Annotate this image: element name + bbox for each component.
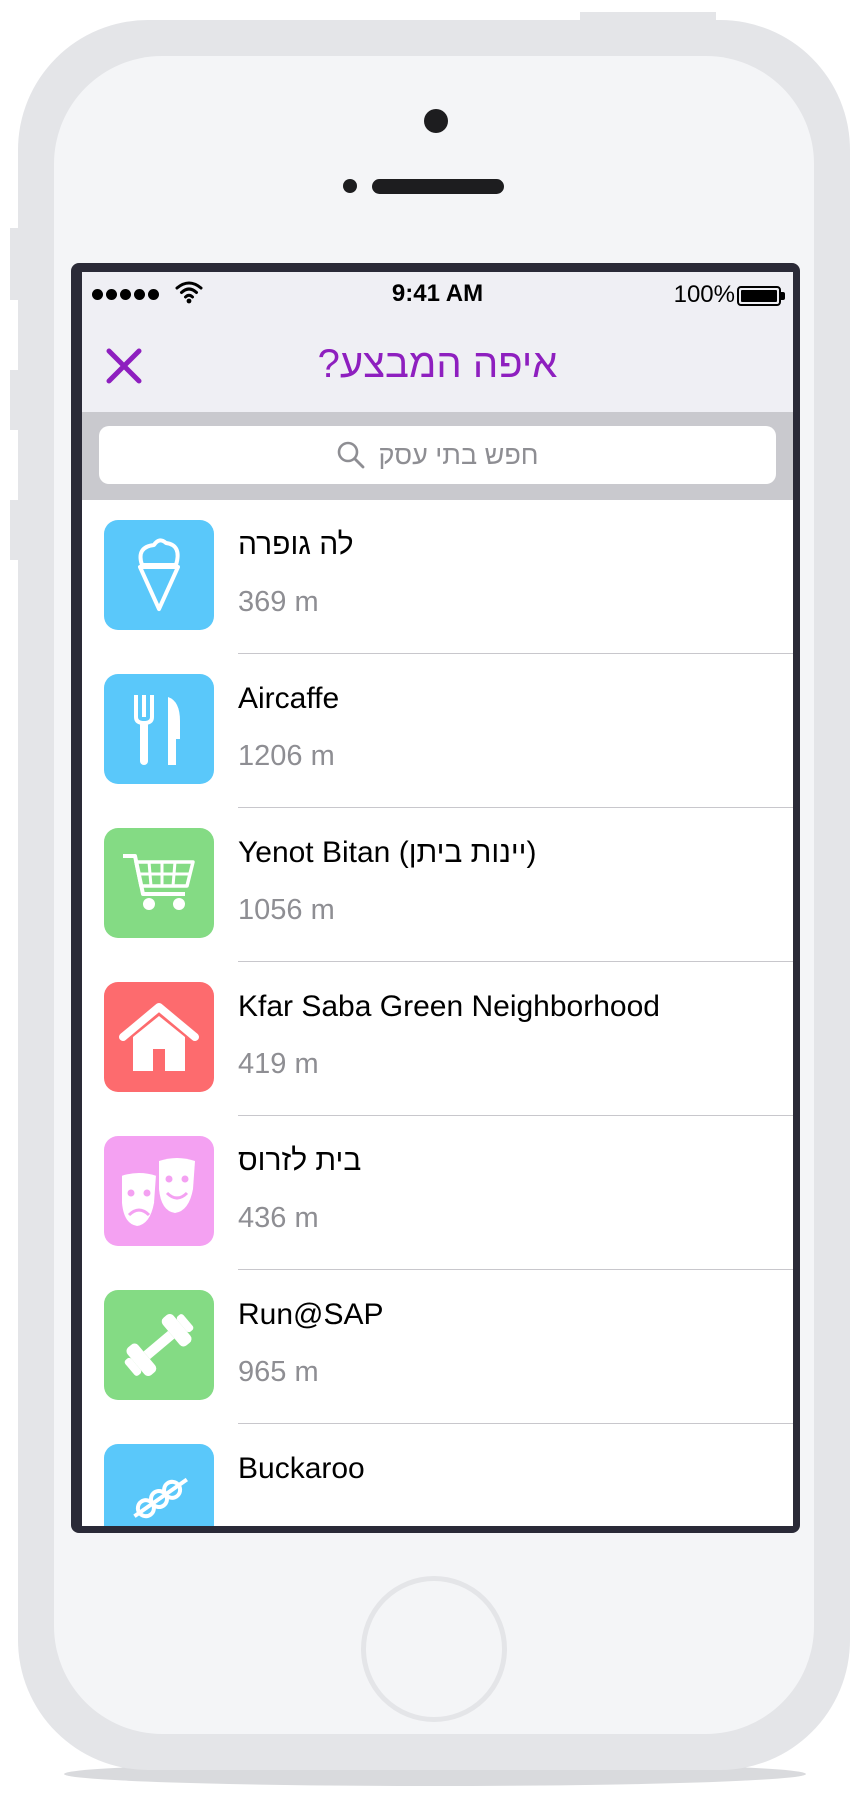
search-placeholder: חפש בתי עסק xyxy=(378,439,539,470)
mute-switch xyxy=(10,228,20,300)
business-name: Buckaroo xyxy=(238,1452,365,1485)
business-name: Kfar Saba Green Neighborhood xyxy=(238,990,660,1023)
fork-knife-icon xyxy=(104,674,214,784)
app-screen: 9:41 AM 100% איפה המבצע? חפש בתי עסק לה … xyxy=(82,272,793,1526)
ice-cream-icon xyxy=(104,520,214,630)
business-distance: 436 m xyxy=(238,1202,319,1234)
search-icon xyxy=(338,441,365,469)
home-button xyxy=(361,1576,507,1722)
business-name: Run@SAP xyxy=(238,1298,384,1331)
business-name: בית לזרוס xyxy=(238,1144,362,1177)
page-title: איפה המבצע? xyxy=(317,342,558,386)
list-item[interactable]: בית לזרוס 436 m xyxy=(82,1116,793,1270)
business-distance: 1056 m xyxy=(238,894,335,926)
theater-masks-icon xyxy=(104,1136,214,1246)
volume-up-button xyxy=(10,370,20,430)
list-item[interactable]: Aircaffe 1206 m xyxy=(82,654,793,808)
list-item[interactable]: Run@SAP 965 m xyxy=(82,1270,793,1424)
business-name: Yenot Bitan (יינות ביתן) xyxy=(238,836,537,869)
proximity-sensor xyxy=(343,179,357,193)
business-distance: 1206 m xyxy=(238,740,335,772)
house-icon xyxy=(104,982,214,1092)
battery-icon xyxy=(737,286,781,306)
front-camera xyxy=(424,109,448,133)
list-item[interactable]: Yenot Bitan (יינות ביתן) 1056 m xyxy=(82,808,793,962)
battery-percentage: 100% xyxy=(673,281,735,308)
business-name: לה גופרה xyxy=(238,528,354,561)
list-item[interactable]: Kfar Saba Green Neighborhood 419 m xyxy=(82,962,793,1116)
battery-tip xyxy=(781,292,785,300)
business-distance: 965 m xyxy=(238,1356,319,1388)
navigation-bar: 9:41 AM 100% איפה המבצע? xyxy=(82,272,793,412)
business-list: לה גופרה 369 m Aircaffe 1206 m Yenot Bit… xyxy=(82,500,793,1526)
business-name: Aircaffe xyxy=(238,682,340,715)
list-item[interactable]: לה גופרה 369 m xyxy=(82,500,793,654)
volume-down-button xyxy=(10,500,20,560)
skewer-icon xyxy=(104,1444,214,1526)
business-distance: 419 m xyxy=(238,1048,319,1080)
status-bar: 9:41 AM 100% xyxy=(82,272,793,316)
earpiece-speaker xyxy=(372,179,504,194)
list-item[interactable]: Buckaroo xyxy=(82,1424,793,1526)
business-distance: 369 m xyxy=(238,586,319,618)
power-button xyxy=(580,12,716,22)
search-input[interactable]: חפש בתי עסק xyxy=(99,426,776,484)
shopping-cart-icon xyxy=(104,828,214,938)
dumbbell-icon xyxy=(104,1290,214,1400)
search-bar: חפש בתי עסק xyxy=(82,412,793,500)
